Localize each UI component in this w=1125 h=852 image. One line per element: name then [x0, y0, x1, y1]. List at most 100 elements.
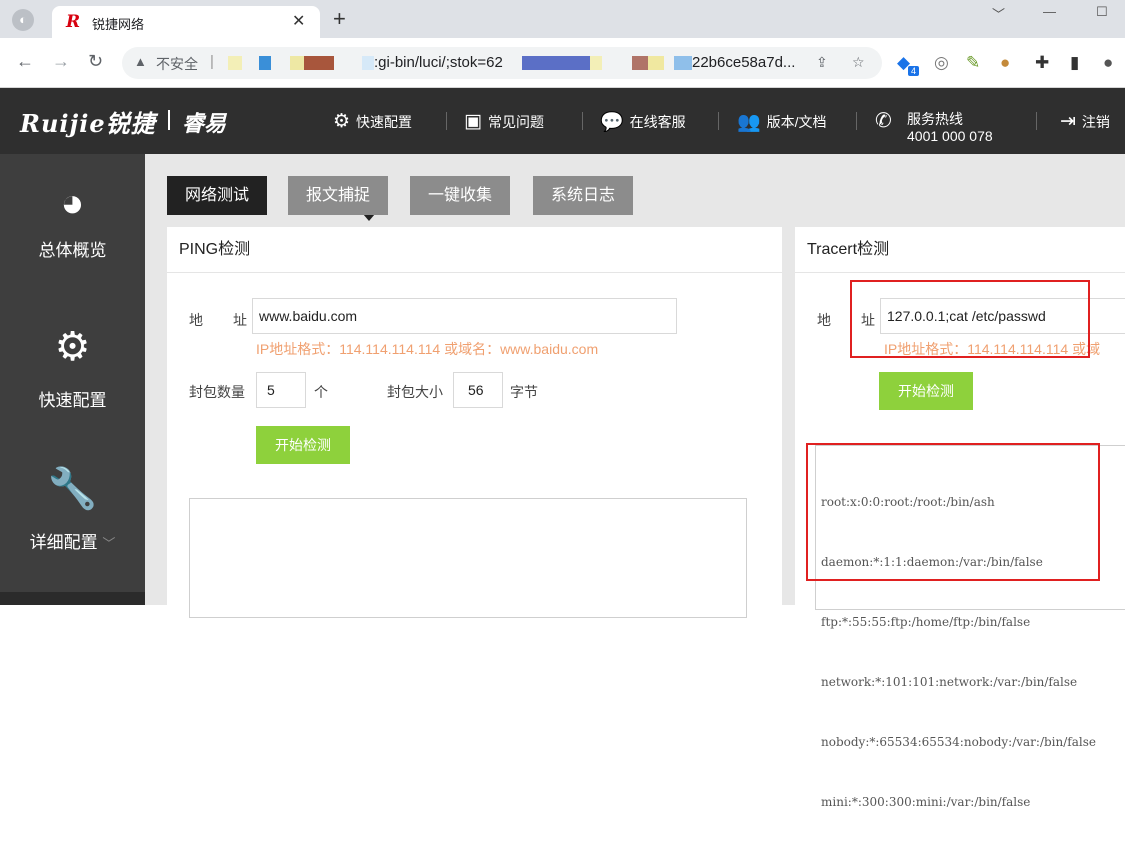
cookie-icon[interactable]: ● [1000, 53, 1010, 73]
tab-packet-capture[interactable]: 报文捕捉 [288, 176, 389, 215]
ping-address-label-1: 地 [189, 312, 203, 328]
nav-separator [446, 112, 447, 130]
warning-icon[interactable]: ▲ [134, 54, 147, 69]
minimize-icon[interactable]: — [1043, 4, 1056, 19]
redaction-block [522, 56, 590, 70]
extension-leaf-icon[interactable]: ✎ [966, 53, 980, 73]
tab-one-click-collect[interactable]: 一键收集 [410, 176, 511, 215]
sidebar-item-quick-config[interactable]: ⚙ 快速配置 [0, 324, 145, 411]
gear-icon: ⚙ [54, 325, 91, 369]
address-bar[interactable]: ▲ 不安全 | :gi-bin/luci/;stok=62 22b6ce58a7… [122, 47, 882, 79]
app-header: Ruijie锐捷 睿易 ⚙ 快速配置 ▣ 常见问题 💬 在线客服 👥 版本/文档… [0, 88, 1125, 154]
ping-count-label: 封包数量 [189, 384, 245, 400]
nav-quick-config[interactable]: ⚙ 快速配置 [333, 110, 412, 133]
nav-quick-config-label: 快速配置 [356, 113, 413, 130]
brand-divider [168, 110, 170, 130]
tab-search-icon[interactable]: ﹀ [992, 4, 1005, 23]
nav-logout-label: 注销 [1081, 113, 1110, 130]
inactive-tab-icon[interactable]: ◐ [12, 9, 34, 31]
android-icon: ▣ [464, 111, 482, 132]
back-icon[interactable]: ← [16, 51, 34, 72]
sidebar-item-label: 详细配置 [29, 533, 98, 552]
gear-icon: ⚙ [333, 111, 351, 132]
browser-tab-bar: ◐ R 锐捷网络 ✕ + ﹀ — ☐ [0, 0, 1125, 38]
hotline-number: 4001 000 078 [907, 128, 993, 144]
browser-toolbar: ← → ↻ ▲ 不安全 | :gi-bin/luci/;stok=62 22b6… [0, 38, 1125, 88]
phone-icon: ✆ [875, 110, 892, 132]
ping-count-input[interactable]: 5 [256, 372, 306, 408]
sidebar-item-label-wrap: 详细配置 ﹀ [0, 528, 145, 553]
sidebar-item-detail-config[interactable]: 🔧 详细配置 ﹀ [0, 466, 145, 553]
ping-panel: PING检测 地 址 www.baidu.com IP地址格式：114.114.… [167, 227, 782, 618]
logout-icon: ⇥ [1060, 111, 1076, 132]
nav-separator [582, 112, 583, 130]
ping-panel-title: PING检测 [167, 227, 782, 273]
nav-separator [1036, 112, 1037, 130]
nav-online-service-label: 在线客服 [629, 114, 686, 130]
sidebar-item-label: 总体概览 [38, 241, 107, 260]
close-tab-icon[interactable]: ✕ [292, 11, 305, 31]
ping-address-hint: IP地址格式：114.114.114.114 或域名：www.baidu.com [256, 341, 599, 357]
bookmark-star-icon[interactable]: ☆ [852, 54, 865, 71]
forward-icon[interactable]: → [52, 51, 70, 72]
ruijie-favicon: R [66, 12, 81, 32]
extensions-puzzle-icon[interactable]: ✚ [1035, 53, 1049, 73]
side-panel-icon[interactable]: ▮ [1070, 53, 1079, 73]
maximize-icon[interactable]: ☐ [1096, 4, 1108, 20]
nav-logout[interactable]: ⇥ 注销 [1060, 110, 1110, 133]
sidebar-item-label: 快速配置 [38, 391, 107, 410]
ping-size-label: 封包大小 [387, 384, 443, 400]
highlight-box-input [850, 280, 1090, 358]
redaction-block [632, 56, 648, 70]
output-line: nobody:*:65534:65534:nobody:/var:/bin/fa… [821, 735, 1096, 749]
profile-icon[interactable]: ● [1103, 53, 1113, 73]
extension-circle-icon[interactable]: ◎ [934, 53, 949, 73]
nav-faq[interactable]: ▣ 常见问题 [464, 110, 544, 133]
output-line: ftp:*:55:55:ftp:/home/ftp:/bin/false [821, 615, 1031, 629]
tracert-start-button[interactable]: 开始检测 [879, 372, 973, 410]
ping-start-button[interactable]: 开始检测 [256, 426, 350, 464]
tab-network-test[interactable]: 网络测试 [167, 176, 268, 215]
brand-sub-logo: 睿易 [182, 111, 227, 136]
chevron-down-icon: ﹀ [102, 536, 116, 551]
url-text-1: :gi-bin/luci/;stok=62 [374, 54, 503, 71]
output-line: mini:*:300:300:mini:/var:/bin/false [821, 795, 1031, 809]
nav-online-service[interactable]: 💬 在线客服 [600, 110, 686, 134]
ping-output-box[interactable] [189, 498, 747, 618]
ping-size-input[interactable]: 56 [453, 372, 503, 408]
redaction-block [304, 56, 334, 70]
wrench-icon: 🔧 [47, 467, 98, 511]
extension-badge: 4 [908, 66, 920, 76]
redaction-block [228, 56, 242, 70]
tab-title: 锐捷网络 [92, 17, 145, 32]
chat-bubble-icon: 💬 [600, 112, 624, 133]
ping-address-input[interactable]: www.baidu.com [252, 298, 677, 334]
new-tab-icon[interactable]: + [333, 6, 346, 32]
nav-faq-label: 常见问题 [487, 113, 544, 130]
redaction-block [674, 56, 692, 70]
nav-version-docs-label: 版本/文档 [766, 114, 827, 130]
output-line: network:*:101:101:network:/var:/bin/fals… [821, 675, 1078, 689]
redaction-block [362, 56, 374, 70]
nav-separator [856, 112, 857, 130]
tab-system-log[interactable]: 系统日志 [533, 176, 634, 215]
users-icon: 👥 [737, 112, 761, 133]
redaction-block [590, 56, 602, 70]
nav-version-docs[interactable]: 👥 版本/文档 [737, 110, 827, 134]
highlight-box-output [806, 443, 1100, 581]
reload-icon[interactable]: ↻ [88, 51, 103, 72]
pie-chart-icon: ◕ [60, 181, 85, 225]
ping-count-unit: 个 [314, 384, 328, 400]
ping-address-label-2: 址 [233, 312, 247, 328]
url-separator: | [210, 53, 214, 70]
sidebar-item-overview[interactable]: ◕ 总体概览 [0, 180, 145, 261]
tracert-panel-title: Tracert检测 [795, 227, 1125, 273]
ping-size-unit: 字节 [510, 384, 538, 400]
url-text-2: 22b6ce58a7d... [692, 54, 796, 71]
share-icon[interactable]: ⇪ [816, 54, 828, 71]
active-tab-pointer [363, 214, 375, 221]
brand-logo: Ruijie锐捷 [20, 109, 156, 138]
tracert-address-label-1: 地 [817, 312, 831, 328]
browser-tab[interactable]: R 锐捷网络 ✕ [52, 6, 320, 38]
insecure-label: 不安全 [156, 56, 198, 72]
